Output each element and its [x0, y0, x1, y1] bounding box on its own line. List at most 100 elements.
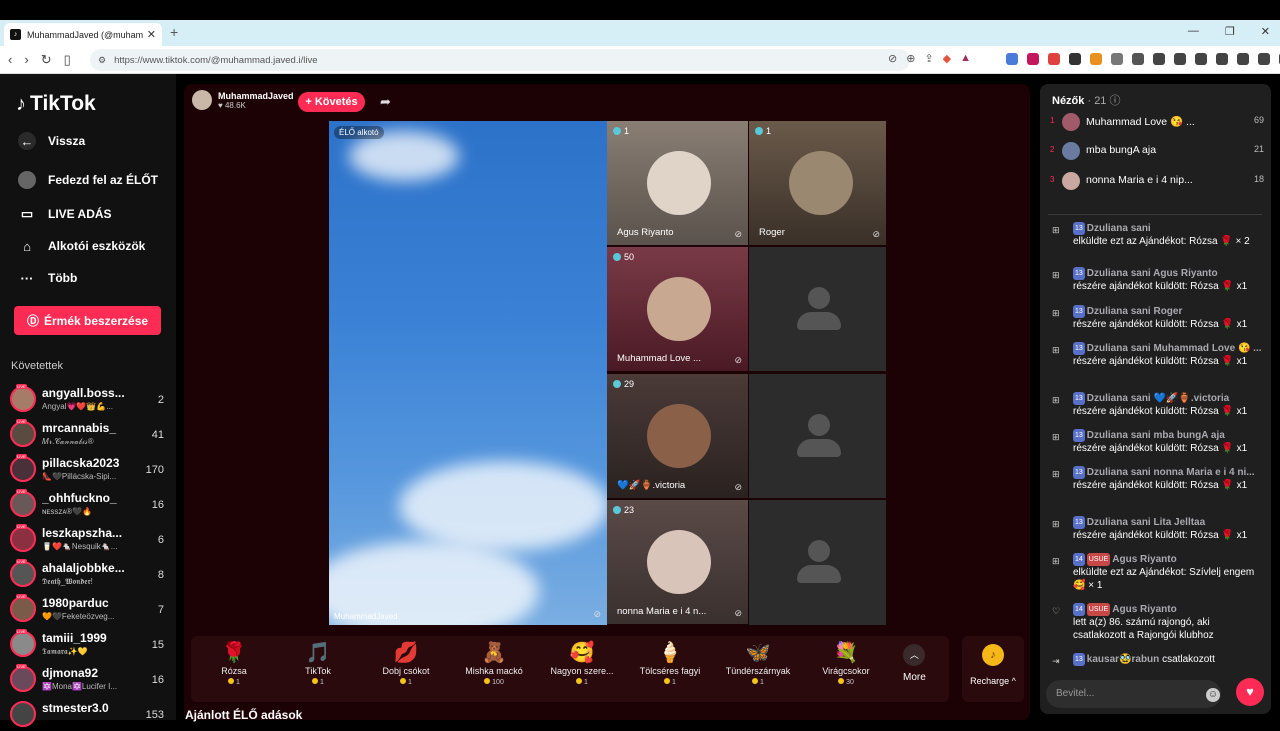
tiktok-logo[interactable]: ♪ TikTok — [16, 92, 96, 116]
x-extension-icon[interactable] — [1027, 53, 1039, 65]
mic-off-icon: ⊘ — [734, 482, 742, 492]
empty-guest-slot[interactable] — [749, 374, 886, 498]
following-item[interactable]: LIVE mrcannabis_ 𝑀𝓇.𝒞𝒶𝓃𝓃𝒶𝒷𝒾𝓈® 41 — [10, 419, 170, 451]
host-avatar[interactable] — [192, 90, 212, 110]
wallet-icon[interactable] — [1195, 53, 1207, 65]
chat-user[interactable]: Dzuliana sani Lita Jelltaa — [1087, 517, 1205, 528]
gift-item-teddy[interactable]: 🧸 Mishka mackó 100 — [451, 640, 537, 686]
top-viewer-row[interactable]: 1 Muhammad Love 😘 ... 69 — [1050, 111, 1264, 133]
gift-item-tiktok[interactable]: 🎵 TikTok 1 — [275, 640, 361, 686]
gift-item-kiss[interactable]: 💋 Dobj csókot 1 — [363, 640, 449, 686]
gift-item-rose[interactable]: 🌹 Rózsa 1 — [191, 640, 277, 686]
close-tab-icon[interactable]: ✕ — [147, 28, 156, 41]
vpn-icon[interactable] — [1258, 53, 1270, 65]
sidebar-item-more[interactable]: ··· Több — [18, 269, 78, 287]
sidebar-icon[interactable] — [1174, 53, 1186, 65]
chat-user[interactable]: Dzuliana sani nonna Maria e i 4 ni... — [1087, 467, 1255, 478]
no-camera-icon[interactable]: ⊘ — [888, 52, 897, 65]
sidebar-item-live[interactable]: ▭ LIVE ADÁS — [18, 205, 112, 223]
more-gifts-button[interactable]: ︿ More — [903, 644, 926, 683]
restore-icon[interactable]: ❐ — [1225, 25, 1235, 38]
following-item[interactable]: LIVE leszkapszha... 🥛❤️🐁Nesquik🐁... 6 — [10, 524, 170, 556]
like-heart-button[interactable]: ♥ — [1236, 678, 1264, 706]
top-viewer-row[interactable]: 2 mba bungA aja 21 — [1050, 140, 1264, 162]
save-extension-icon[interactable] — [1132, 53, 1144, 65]
following-item[interactable]: LIVE angyall.boss... Angyal💗❤️👑💪... 2 — [10, 384, 170, 416]
gift-item-love[interactable]: 🥰 Nagyon szere... 1 — [539, 640, 625, 686]
emoji-icon[interactable]: ☺ — [1206, 688, 1220, 702]
guest-video-tile[interactable]: 1 Roger ⊘ — [749, 121, 886, 245]
his-extension-icon[interactable] — [1048, 53, 1060, 65]
level-badge: 14 — [1073, 603, 1085, 616]
chat-user[interactable]: Dzuliana sani Agus Riyanto — [1087, 268, 1218, 279]
share-page-icon[interactable]: ⇪ — [924, 52, 933, 65]
following-item[interactable]: LIVE djmona92 🔯Mona🔯Lucifer I... 16 — [10, 664, 170, 696]
sidebar-item-back[interactable]: ← Vissza — [18, 132, 85, 150]
reload-icon[interactable]: ↻ — [41, 52, 52, 68]
dark-extension-icon[interactable] — [1069, 53, 1081, 65]
gift-item-bouquet[interactable]: 💐 Virágcsokor 30 — [803, 640, 889, 686]
viewers-count: · 21 — [1087, 95, 1107, 107]
chat-user[interactable]: Dzuliana sani Muhammad Love 😘 ... — [1087, 343, 1262, 354]
zoom-icon[interactable]: ⊕ — [906, 52, 915, 65]
recharge-button[interactable]: ♪ Recharge ^ — [962, 636, 1024, 702]
chat-user[interactable]: Dzuliana sani — [1087, 223, 1151, 234]
info-icon[interactable]: ⓘ — [1110, 95, 1121, 107]
gear-extension-icon[interactable] — [1111, 53, 1123, 65]
color-extension-icon[interactable] — [1090, 53, 1102, 65]
brave-shield-icon[interactable]: ◆ — [943, 52, 951, 65]
chat-user[interactable]: Dzuliana sani 💙🚀🏺.victoria — [1087, 393, 1229, 404]
music-icon[interactable] — [1153, 53, 1165, 65]
chat-user[interactable]: Dzuliana sani Roger — [1087, 306, 1183, 317]
get-coins-button[interactable]: Ⓓ Érmék beszerzése — [14, 306, 161, 335]
chat-user[interactable]: Dzuliana sani mba bungA aja — [1087, 430, 1225, 441]
top-viewer-row[interactable]: 3 nonna Maria e i 4 nip... 18 — [1050, 170, 1264, 192]
following-item[interactable]: LIVE pillacska2023 👠🖤Pillácska-Sipi... 1… — [10, 454, 170, 486]
tiktok-live-page: ♪ TikTok ← Vissza Fedezd fel az ÉLŐT ▭ L… — [0, 74, 1280, 727]
chat-input[interactable]: Bevitel... — [1046, 680, 1221, 708]
gift-item-wings[interactable]: 🦋 Tündérszárnyak 1 — [715, 640, 801, 686]
rewards-icon[interactable]: ▲ — [960, 52, 971, 65]
sidebar-item-explore-live[interactable]: Fedezd fel az ÉLŐT — [18, 171, 158, 189]
host-info[interactable]: MuhammadJaved ♥ 48.6K — [192, 90, 294, 110]
browser-tab[interactable]: ♪ MuhammadJaved (@muhamma ✕ — [4, 23, 162, 46]
gift-item-ice-cream[interactable]: 🍦 Tölcséres fagyi 1 — [627, 640, 713, 686]
guest-video-tile[interactable]: 23 nonna Maria e i 4 n... ⊘ — [607, 500, 748, 624]
following-item[interactable]: LIVE 1980parduc 🧡🖤Feketeözveg... 7 — [10, 594, 170, 626]
minimize-icon[interactable]: — — [1188, 25, 1199, 38]
empty-guest-slot[interactable] — [749, 247, 886, 371]
url-field[interactable]: ⚙ https://www.tiktok.com/@muhammad.javed… — [90, 49, 910, 71]
guest-count: 29 — [613, 379, 634, 389]
tiktok-favicon-icon: ♪ — [10, 29, 21, 40]
following-item[interactable]: stmester3.0 153 — [10, 699, 170, 731]
guest-video-tile[interactable]: 29 💙🚀🏺.victoria ⊘ — [607, 374, 748, 498]
back-icon[interactable]: ‹ — [8, 52, 12, 68]
follow-button[interactable]: + Követés — [298, 92, 365, 112]
share-icon[interactable]: ➦ — [380, 94, 391, 110]
gift-icon: ⊞ — [1052, 469, 1060, 479]
following-item[interactable]: LIVE tamiii_1999 𝕿𝖆𝖒𝖆𝖗𝖆✨💛 15 — [10, 629, 170, 661]
sidebar-item-creator-tools[interactable]: ⌂ Alkotói eszközök — [18, 237, 145, 255]
puzzle-icon[interactable] — [1216, 53, 1228, 65]
guest-video-tile[interactable]: 50 Muhammad Love ... ⊘ — [607, 247, 748, 371]
translate-extension-icon[interactable] — [1006, 53, 1018, 65]
chat-user[interactable]: Agus Riyanto — [1112, 554, 1176, 565]
bookmark-icon[interactable]: ▯ — [64, 52, 71, 68]
following-item[interactable]: LIVE ahalaljobbke... 𝕯𝖊𝖆𝖙𝖍_𝖂𝖔𝖓𝖉𝖊𝖗! 8 — [10, 559, 170, 591]
viewer-count: 153 — [145, 709, 164, 721]
url-action-icons: ⊘ ⊕ ⇪ ◆ ▲ — [888, 52, 971, 65]
site-info-icon[interactable]: ⚙ — [98, 55, 106, 66]
following-item[interactable]: LIVE _ohhfuckno_ ɴᴇssᴢᴀ®🖤🔥 16 — [10, 489, 170, 521]
chat-user[interactable]: Agus Riyanto — [1112, 604, 1176, 615]
chat-user[interactable]: kausar🥸rabun — [1087, 654, 1159, 665]
ai-icon[interactable] — [1237, 53, 1249, 65]
forward-icon[interactable]: › — [24, 52, 28, 68]
new-tab-icon[interactable]: + — [170, 24, 178, 40]
main-video[interactable]: ÉLŐ alkotó MuhammadJaved ⊘ — [329, 121, 607, 625]
empty-guest-slot[interactable] — [749, 500, 886, 625]
viewer-score: 69 — [1253, 115, 1264, 125]
close-window-icon[interactable]: ✕ — [1261, 25, 1270, 38]
guest-video-tile[interactable]: 1 Agus Riyanto ⊘ — [607, 121, 748, 245]
love-face-icon: 🥰 — [569, 642, 595, 664]
viewers-header[interactable]: Nézők · 21 ⓘ — [1052, 92, 1121, 108]
